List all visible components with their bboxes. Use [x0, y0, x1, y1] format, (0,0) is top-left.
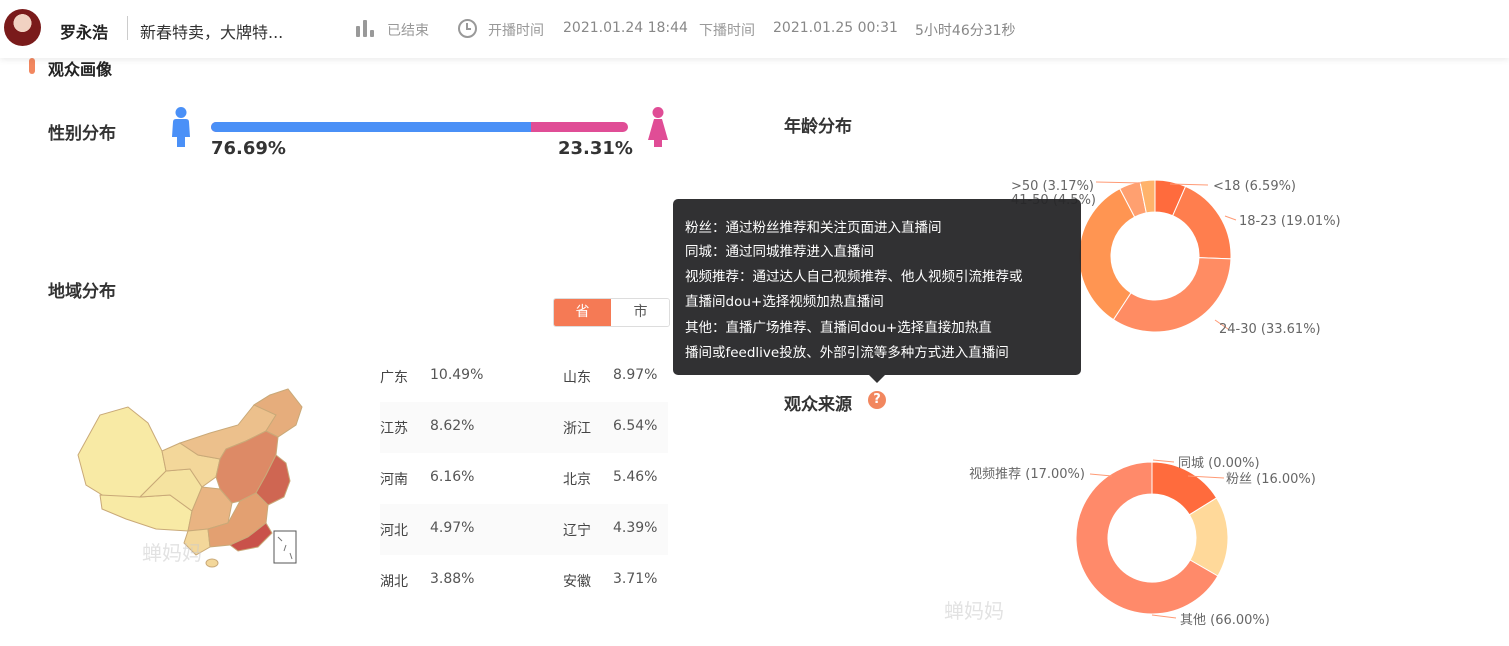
- tooltip-line: 同城：通过同城推荐进入直播间: [685, 244, 874, 260]
- region-title: 地域分布: [48, 282, 116, 302]
- province-name: 河南: [380, 472, 408, 488]
- live-title[interactable]: 新春特卖，大牌特...: [140, 19, 283, 43]
- live-header: 罗永浩 新春特卖，大牌特... 已结束 开播时间 2021.01.24 18:4…: [0, 0, 1509, 58]
- slice-label: 24-30 (33.61%): [1219, 322, 1321, 337]
- slice-label: 粉丝 (16.00%): [1226, 472, 1316, 487]
- donut-slice[interactable]: [1172, 185, 1232, 260]
- slice-label: 其他 (66.00%): [1180, 613, 1270, 628]
- tooltip-line: 直播间dou+选择视频加热直播间: [685, 294, 884, 310]
- province-name: 江苏: [380, 421, 408, 437]
- region-tabs: 省 市: [553, 298, 670, 327]
- watermark-source: 蝉妈妈: [944, 599, 1004, 623]
- male-icon: [172, 107, 190, 147]
- female-icon: [648, 107, 668, 147]
- section-title: 观众画像: [48, 60, 113, 79]
- slice-label: 同城 (0.00%): [1178, 456, 1260, 471]
- live-status: 已结束: [387, 23, 429, 39]
- source-title: 观众来源: [784, 395, 852, 415]
- table-row: 广东 10.49% 山东 8.97%: [380, 351, 668, 402]
- table-row: 湖北 3.88% 安徽 3.71%: [380, 555, 668, 606]
- start-time: 2021.01.24 18:44: [563, 20, 688, 36]
- province-name: 安徽: [563, 574, 591, 590]
- province-value: 6.16%: [430, 469, 475, 485]
- province-name: 浙江: [563, 421, 591, 437]
- province-name: 广东: [380, 370, 408, 386]
- male-ratio-fill: [211, 122, 531, 132]
- province-value: 10.49%: [430, 367, 484, 383]
- slice-label: 视频推荐 (17.00%): [969, 467, 1085, 482]
- avatar[interactable]: [4, 9, 41, 46]
- province-value: 8.62%: [430, 418, 475, 434]
- source-help-tooltip: 粉丝：通过粉丝推荐和关注页面进入直播间 同城：通过同城推荐进入直播间 视频推荐：…: [673, 199, 1081, 383]
- province-value: 4.97%: [430, 520, 475, 536]
- gender-ratio-bar: [211, 122, 628, 132]
- section-marker: [29, 58, 35, 74]
- tab-city[interactable]: 市: [612, 299, 669, 326]
- slice-label: <18 (6.59%): [1213, 179, 1296, 194]
- province-value: 5.46%: [613, 469, 658, 485]
- gender-title: 性别分布: [48, 124, 116, 144]
- watermark: 蝉妈妈: [142, 541, 202, 565]
- bar-chart-icon: [356, 20, 374, 37]
- male-percentage: 76.69%: [211, 138, 286, 159]
- tab-province[interactable]: 省: [554, 299, 611, 326]
- province-value: 3.88%: [430, 571, 475, 587]
- donut-slice[interactable]: [1078, 187, 1136, 321]
- map-inset-islands: [277, 536, 293, 560]
- question-icon[interactable]: ?: [868, 391, 886, 409]
- end-time-label: 下播时间: [699, 23, 755, 39]
- slice-label: >50 (3.17%): [1011, 179, 1094, 194]
- header-divider: [127, 16, 128, 40]
- province-name: 湖北: [380, 574, 408, 590]
- province-name: 北京: [563, 472, 591, 488]
- donut-slice[interactable]: [1112, 257, 1232, 333]
- province-value: 3.71%: [613, 571, 658, 587]
- province-name: 山东: [563, 370, 591, 386]
- table-row: 江苏 8.62% 浙江 6.54%: [380, 402, 668, 453]
- label-leader-line: [1224, 215, 1237, 221]
- map-region-hainan: [205, 558, 219, 568]
- table-row: 河北 4.97% 辽宁 4.39%: [380, 504, 668, 555]
- province-name: 辽宁: [563, 523, 591, 539]
- province-name: 河北: [380, 523, 408, 539]
- slice-label: 18-23 (19.01%): [1239, 214, 1341, 229]
- end-time: 2021.01.25 00:31: [773, 20, 898, 36]
- province-value: 8.97%: [613, 367, 658, 383]
- tooltip-line: 播间或feedlive投放、外部引流等多种方式进入直播间: [685, 345, 1009, 361]
- table-row: 河南 6.16% 北京 5.46%: [380, 453, 668, 504]
- start-time-label: 开播时间: [488, 23, 544, 39]
- label-leader-line: [1151, 614, 1177, 619]
- tooltip-line: 视频推荐：通过达人自己视频推荐、他人视频引流推荐或: [685, 269, 1023, 285]
- live-duration: 5小时46分31秒: [915, 23, 1016, 39]
- anchor-name[interactable]: 罗永浩: [60, 19, 108, 43]
- tooltip-line: 粉丝：通过粉丝推荐和关注页面进入直播间: [685, 220, 942, 236]
- tooltip-line: 其他：直播广场推荐、直播间dou+选择直接加热直: [685, 320, 992, 336]
- province-value: 6.54%: [613, 418, 658, 434]
- age-title: 年龄分布: [784, 117, 852, 137]
- province-value: 4.39%: [613, 520, 658, 536]
- female-percentage: 23.31%: [558, 138, 633, 159]
- clock-icon: [458, 19, 477, 38]
